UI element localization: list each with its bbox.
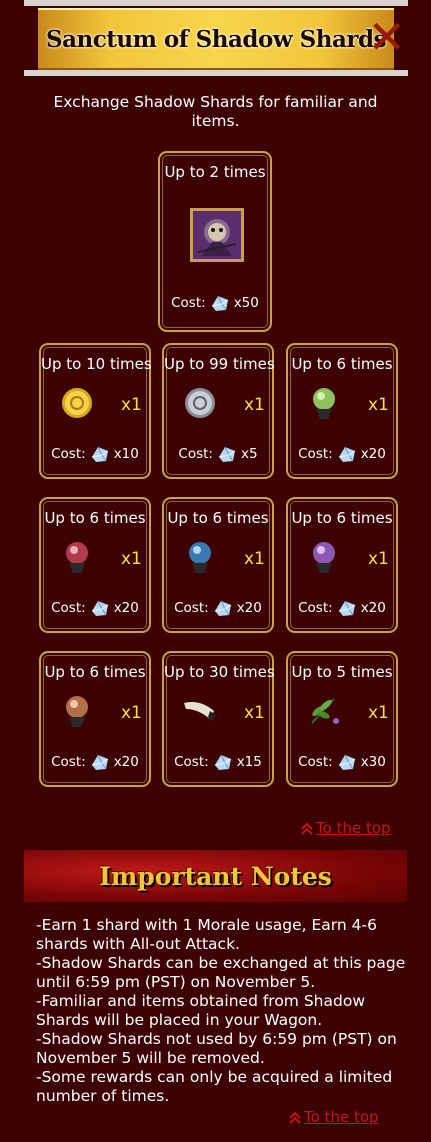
reward-card-blue-orb[interactable]: Up to 6 times x1 Cost: x20: [162, 497, 274, 633]
cost-amount: x5: [240, 446, 258, 462]
reward-cost: Cost: x5: [164, 445, 272, 463]
cost-amount: x20: [113, 600, 139, 616]
purple-orb-icon: [306, 539, 342, 575]
reward-limit: Up to 6 times: [44, 509, 146, 527]
note-item: -Shadow Shards not used by 6:59 pm (PST)…: [36, 1030, 397, 1067]
intro-text: Exchange Shadow Shards for familiar and …: [0, 93, 431, 131]
reward-quantity: x1: [368, 549, 389, 569]
to-the-top-link-bottom[interactable]: To the top: [288, 1108, 379, 1126]
cost-amount: x30: [360, 754, 386, 770]
shadow-shard-icon: [90, 753, 110, 771]
reward-cost: Cost: x20: [164, 599, 272, 617]
reward-cost: Cost: x20: [41, 599, 149, 617]
reward-limit: Up to 6 times: [167, 509, 269, 527]
cost-label: Cost:: [178, 446, 213, 462]
cost-label: Cost:: [298, 600, 333, 616]
note-item: -Familiar and items obtained from Shadow…: [36, 992, 365, 1029]
important-notes-title: Important Notes: [99, 861, 332, 891]
reward-limit: Up to 5 times: [291, 663, 393, 681]
important-notes-banner: Important Notes: [24, 850, 407, 902]
important-notes-list: -Earn 1 shard with 1 Morale usage, Earn …: [36, 916, 406, 1106]
reward-limit: Up to 30 times: [164, 663, 275, 681]
reward-quantity: x1: [244, 395, 265, 415]
to-the-top-link[interactable]: To the top: [300, 819, 391, 837]
cost-label: Cost:: [174, 600, 209, 616]
bronze-orb-icon: [59, 693, 95, 729]
page-title: Sanctum of Shadow Shards: [45, 25, 387, 53]
reward-cost: Cost: x50: [160, 294, 270, 312]
shadow-shard-icon: [337, 599, 357, 617]
reward-quantity: x1: [121, 395, 142, 415]
silver-coin-icon: [182, 385, 218, 421]
shadow-shard-icon: [217, 445, 237, 463]
cost-amount: x20: [360, 600, 386, 616]
familiar-portrait-icon: [190, 208, 244, 262]
reward-limit: Up to 6 times: [44, 663, 146, 681]
reward-quantity: x1: [368, 395, 389, 415]
note-item: -Some rewards can only be acquired a lim…: [36, 1068, 393, 1105]
double-chevron-up-icon: [300, 822, 314, 836]
reward-limit: Up to 10 times: [41, 355, 152, 373]
shadow-shard-icon: [213, 753, 233, 771]
green-orb-icon: [306, 385, 342, 421]
cost-label: Cost:: [174, 754, 209, 770]
reward-cost: Cost: x15: [164, 753, 272, 771]
reward-limit: Up to 2 times: [164, 163, 266, 181]
reward-card-bronze-orb[interactable]: Up to 6 times x1 Cost: x20: [39, 651, 151, 787]
cost-amount: x20: [360, 446, 386, 462]
cost-amount: x20: [236, 600, 262, 616]
reward-card-familiar[interactable]: Up to 2 times Cost: x50: [158, 151, 272, 332]
red-orb-icon: [59, 539, 95, 575]
to-the-top-label: To the top: [304, 1108, 379, 1126]
reward-cost: Cost: x10: [41, 445, 149, 463]
gold-coin-icon: [59, 385, 95, 421]
reward-quantity: x1: [121, 549, 142, 569]
reward-card-herb[interactable]: Up to 5 times x1 Cost: x30: [286, 651, 398, 787]
reward-card-purple-orb[interactable]: Up to 6 times x1 Cost: x20: [286, 497, 398, 633]
cost-label: Cost:: [51, 754, 86, 770]
reward-cost: Cost: x30: [288, 753, 396, 771]
reward-cost: Cost: x20: [41, 753, 149, 771]
reward-card-horn[interactable]: Up to 30 times x1 Cost: x15: [162, 651, 275, 787]
reward-cost: Cost: x20: [288, 599, 396, 617]
note-item: -Shadow Shards can be exchanged at this …: [36, 954, 406, 991]
cost-label: Cost:: [298, 754, 333, 770]
cost-label: Cost:: [51, 600, 86, 616]
header-banner-plate: Sanctum of Shadow Shards: [38, 8, 394, 70]
shadow-shard-icon: [90, 445, 110, 463]
reward-card-silver-coin[interactable]: Up to 99 times x1 Cost: x5: [162, 343, 275, 479]
shadow-shard-icon: [337, 753, 357, 771]
reward-quantity: x1: [121, 703, 142, 723]
cost-amount: x10: [113, 446, 139, 462]
reward-card-red-orb[interactable]: Up to 6 times x1 Cost: x20: [39, 497, 151, 633]
cost-label: Cost:: [298, 446, 333, 462]
horn-icon: [182, 693, 218, 729]
cost-amount: x20: [113, 754, 139, 770]
reward-card-green-orb[interactable]: Up to 6 times x1 Cost: x20: [286, 343, 398, 479]
intro-text-line: Exchange Shadow Shards for familiar and …: [53, 93, 378, 130]
reward-limit: Up to 99 times: [164, 355, 275, 373]
herb-icon: [306, 693, 342, 729]
reward-limit: Up to 6 times: [291, 509, 393, 527]
reward-limit: Up to 6 times: [291, 355, 393, 373]
reward-quantity: x1: [244, 549, 265, 569]
reward-quantity: x1: [368, 703, 389, 723]
shadow-shard-icon: [210, 294, 230, 312]
double-chevron-up-icon: [288, 1111, 302, 1125]
reward-cost: Cost: x20: [288, 445, 396, 463]
blue-orb-icon: [182, 539, 218, 575]
header-banner: Sanctum of Shadow Shards ✕: [24, 0, 408, 76]
to-the-top-label: To the top: [316, 819, 391, 837]
cost-label: Cost:: [51, 446, 86, 462]
shadow-shard-icon: [213, 599, 233, 617]
note-item: -Earn 1 shard with 1 Morale usage, Earn …: [36, 916, 377, 953]
close-icon[interactable]: ✕: [367, 14, 406, 60]
shadow-shard-icon: [90, 599, 110, 617]
reward-card-gold-coin[interactable]: Up to 10 times x1 Cost: x10: [39, 343, 152, 479]
cost-amount: x15: [236, 754, 262, 770]
cost-amount: x50: [233, 295, 259, 311]
reward-quantity: x1: [244, 703, 265, 723]
shadow-shard-icon: [337, 445, 357, 463]
cost-label: Cost:: [171, 295, 206, 311]
